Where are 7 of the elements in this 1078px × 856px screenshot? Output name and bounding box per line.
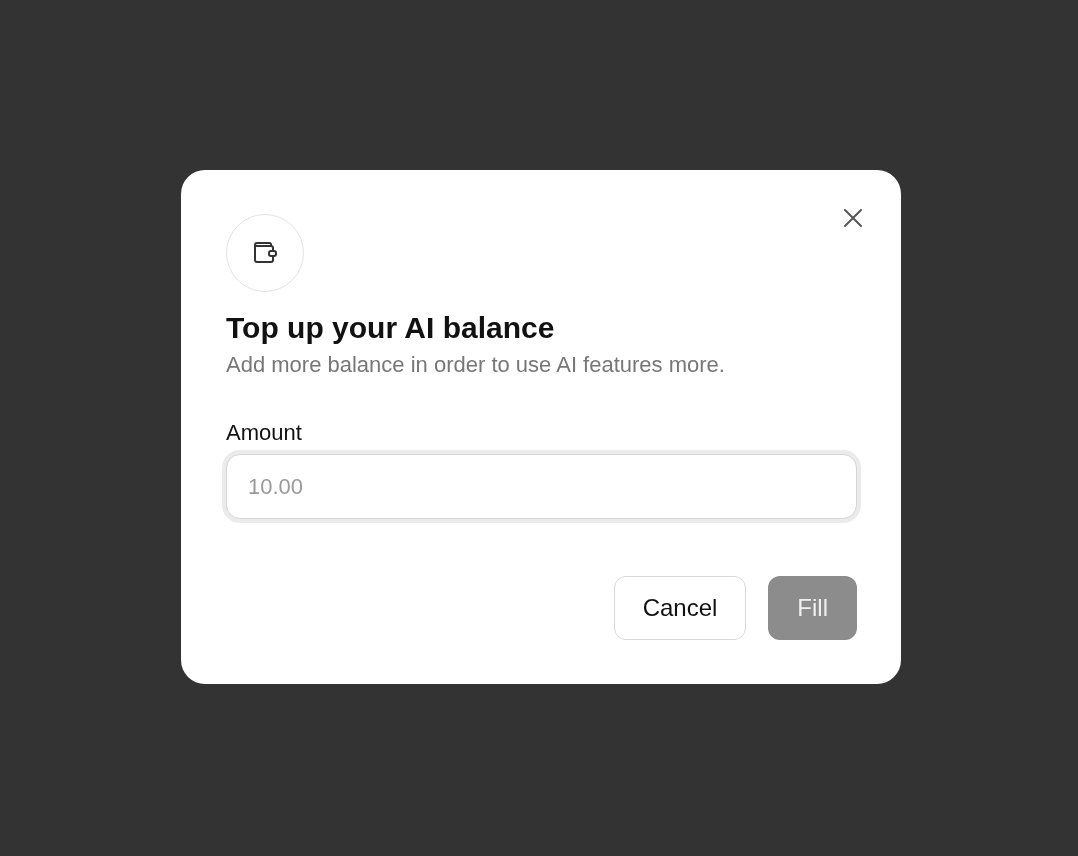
amount-field[interactable]: 10.00 [226,454,857,519]
close-icon [843,208,863,228]
dialog-description: Add more balance in order to use AI features more. [226,351,726,379]
field-label: Amount [226,419,303,447]
wallet-icon [252,240,278,266]
dialog-title: Top up your AI balance [226,310,556,346]
cancel-button[interactable]: Cancel [613,576,747,640]
